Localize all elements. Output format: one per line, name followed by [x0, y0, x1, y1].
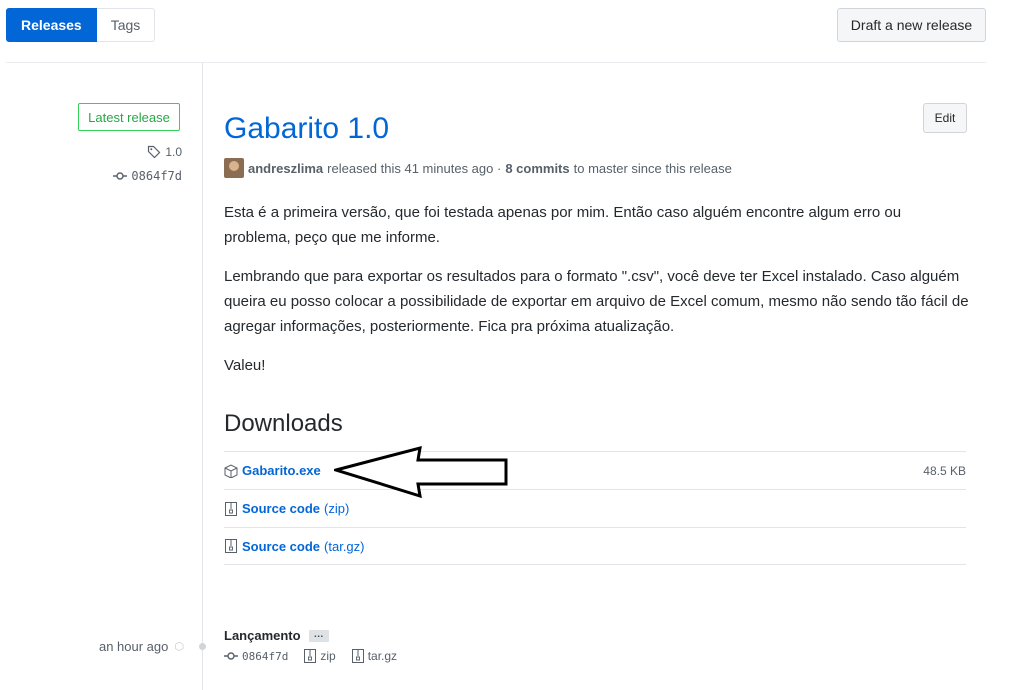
edit-button[interactable]: Edit	[923, 103, 967, 133]
download-suffix[interactable]: (zip)	[324, 501, 349, 516]
commit-icon	[113, 172, 128, 180]
commits-suffix: to master since this release	[573, 160, 732, 176]
older-release-commit[interactable]: 0864f7d	[242, 650, 288, 663]
timeline-line	[202, 63, 203, 690]
author-link[interactable]: andreszlima	[248, 161, 323, 176]
older-release-title-link[interactable]: Lançamento	[224, 628, 301, 643]
older-release-zip[interactable]: zip	[320, 649, 335, 663]
download-link-exe[interactable]: Gabarito.exe	[242, 463, 321, 478]
download-link-targz[interactable]: Source code	[242, 539, 320, 554]
divider	[6, 62, 986, 63]
download-size: 48.5 KB	[923, 463, 966, 478]
download-suffix[interactable]: (tar.gz)	[324, 539, 364, 554]
release-byline: andreszlima released this 41 minutes ago…	[224, 158, 732, 178]
downloads-heading: Downloads	[224, 410, 343, 437]
avatar[interactable]	[224, 158, 244, 178]
release-tag-label: 1.0	[165, 145, 182, 159]
latest-release-badge: Latest release	[78, 103, 180, 131]
draft-release-button[interactable]: Draft a new release	[837, 8, 986, 42]
tab-tags[interactable]: Tags	[96, 8, 156, 42]
release-commit-sha: 0864f7d	[131, 169, 182, 183]
older-release-targz[interactable]: tar.gz	[368, 649, 397, 663]
release-paragraph: Esta é a primeira versão, que foi testad…	[224, 204, 902, 246]
older-release-title: Lançamento …	[224, 628, 329, 643]
expand-ellipsis-button[interactable]: …	[308, 629, 329, 642]
release-tabs: Releases Tags	[6, 8, 156, 42]
older-release-time-label: an hour ago	[98, 639, 169, 654]
commits-link[interactable]: 8 commits	[505, 161, 569, 176]
commit-icon	[224, 652, 238, 660]
tab-releases[interactable]: Releases	[6, 8, 97, 42]
released-text: released this 41 minutes ago ·	[327, 160, 502, 176]
file-zip-icon	[304, 649, 317, 663]
release-paragraph: Valeu!	[224, 357, 266, 374]
release-title[interactable]: Gabarito 1.0	[224, 110, 389, 148]
file-zip-icon	[224, 501, 238, 516]
older-release-time: an hour ago ⬡	[99, 639, 184, 654]
file-zip-icon	[351, 649, 364, 663]
release-paragraph: Lembrando que para exportar os resultado…	[224, 268, 969, 335]
download-link-zip[interactable]: Source code	[242, 501, 320, 516]
older-release-meta: 0864f7d zip tar.gz	[224, 649, 397, 663]
release-notes: Esta é a primeira versão, que foi testad…	[224, 200, 969, 392]
download-row: Source code (tar.gz)	[224, 527, 966, 565]
timeline-dot	[199, 643, 206, 650]
tag-icon: ⬡	[174, 641, 184, 653]
annotation-arrow-icon	[334, 445, 508, 499]
release-tag[interactable]: 1.0	[147, 145, 182, 159]
package-icon	[224, 463, 238, 478]
tag-icon	[148, 145, 161, 159]
release-commit[interactable]: 0864f7d	[113, 169, 182, 183]
file-zip-icon	[224, 539, 238, 553]
